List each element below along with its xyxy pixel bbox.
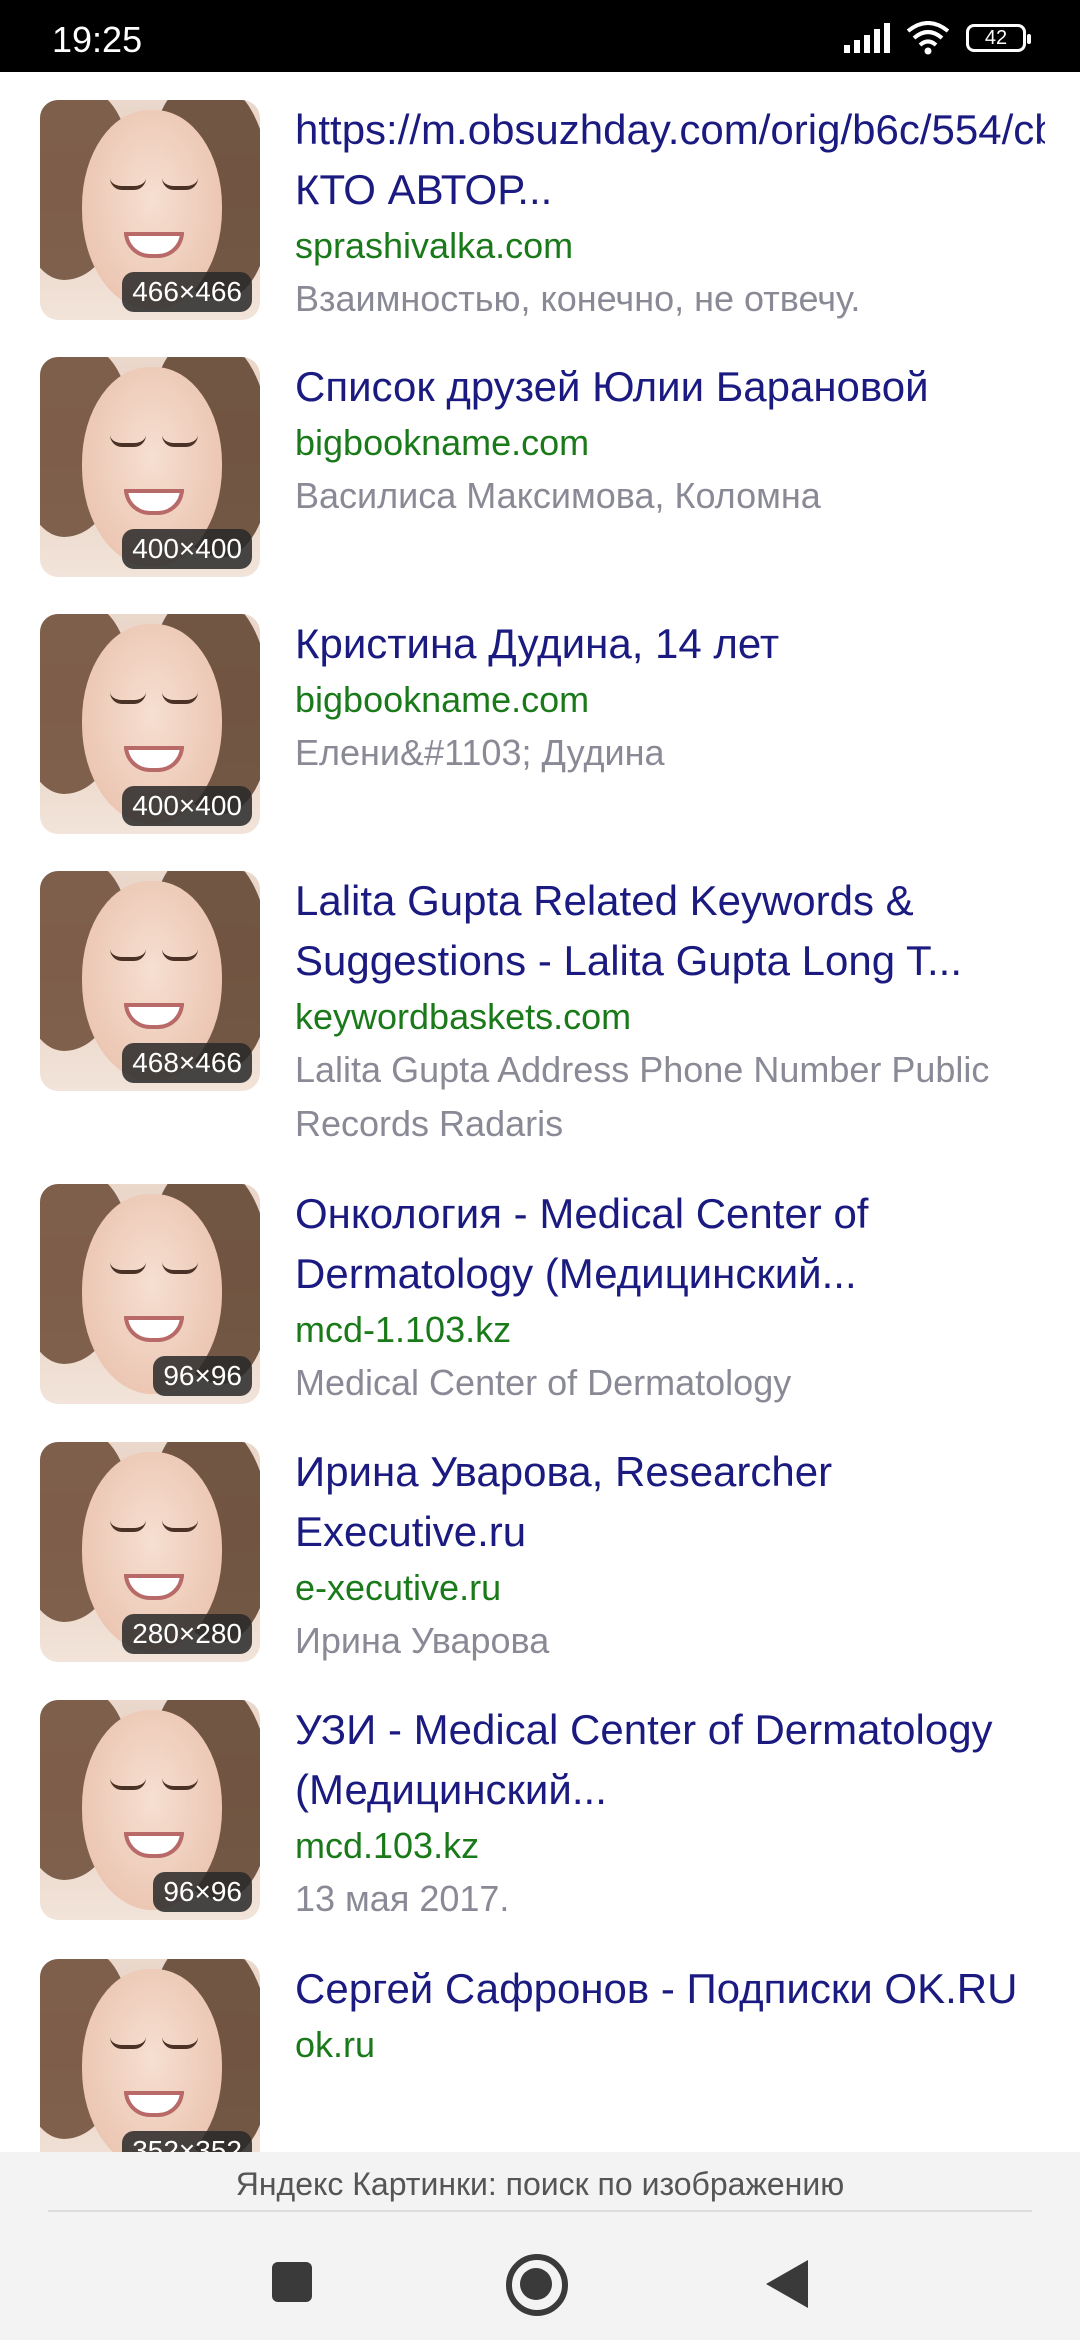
wifi-icon <box>906 21 950 55</box>
result-domain[interactable]: bigbookname.com <box>295 674 1045 726</box>
result-thumbnail[interactable]: 280×280 <box>40 1442 260 1662</box>
result-title[interactable]: Список друзей Юлии Барановой <box>295 357 1045 417</box>
result-domain[interactable]: mcd.103.kz <box>295 1820 1045 1872</box>
result-title[interactable]: Сергей Сафронов - Подписки OK.RU <box>295 1959 1045 2019</box>
divider <box>48 2210 1032 2212</box>
result-thumbnail[interactable]: 96×96 <box>40 1700 260 1920</box>
result-description: Василиса Максимова, Коломна <box>295 475 821 516</box>
result-title[interactable]: Онкология - Medical Center of Dermatolog… <box>295 1184 1045 1304</box>
result-thumbnail[interactable]: 96×96 <box>40 1184 260 1404</box>
image-size-badge: 400×400 <box>122 529 252 569</box>
status-icons: 42 <box>844 20 1031 56</box>
result-domain[interactable]: sprashivalka.com <box>295 220 1045 272</box>
image-size-badge: 352×352 <box>122 2131 252 2152</box>
image-size-badge: 96×96 <box>153 1356 252 1396</box>
bottom-caption: Яндекс Картинки: поиск по изображению <box>235 2166 845 2202</box>
result-title[interactable]: УЗИ - Medical Center of Dermatology (Мед… <box>295 1700 1045 1820</box>
result-title[interactable]: https://m.obsuzhday.com/orig/b6c/554/cbe… <box>295 100 1045 220</box>
image-size-badge: 400×400 <box>122 786 252 826</box>
image-size-badge: 468×466 <box>122 1043 252 1083</box>
result-domain[interactable]: mcd-1.103.kz <box>295 1304 1045 1356</box>
signal-icon <box>844 23 890 53</box>
result-description: Елени&#1103; Дудина <box>295 732 665 773</box>
result-thumbnail[interactable]: 466×466 <box>40 100 260 320</box>
result-description: Ирина Уварова <box>295 1620 550 1661</box>
results-list: 466×466 https://m.obsuzhday.com/orig/b6c… <box>0 72 1080 2152</box>
result-title[interactable]: Кристина Дудина, 14 лет <box>295 614 1045 674</box>
result-thumbnail[interactable]: 468×466 <box>40 871 260 1091</box>
status-time: 19:25 <box>52 19 143 60</box>
battery-icon: 42 <box>966 24 1031 52</box>
recents-button[interactable] <box>258 2248 330 2320</box>
result-domain[interactable]: e-xecutive.ru <box>295 1562 1045 1614</box>
status-bar: 19:25 42 <box>0 0 1080 72</box>
result-thumbnail[interactable]: 400×400 <box>40 614 260 834</box>
image-size-badge: 466×466 <box>122 272 252 312</box>
result-description: Medical Center of Dermatology <box>295 1362 792 1403</box>
result-description: Lalita Gupta Address Phone Number Public… <box>295 1049 990 1144</box>
image-size-badge: 280×280 <box>122 1614 252 1654</box>
bottom-bar: Яндекс Картинки: поиск по изображению <box>0 2152 1080 2340</box>
result-thumbnail[interactable]: 352×352 <box>40 1959 260 2152</box>
image-size-badge: 96×96 <box>153 1872 252 1912</box>
result-description: Взаимностью, конечно, не отвечу. <box>295 278 861 319</box>
result-description: 13 мая 2017. <box>295 1878 510 1919</box>
home-button[interactable] <box>500 2248 572 2320</box>
result-title[interactable]: Lalita Gupta Related Keywords & Suggesti… <box>295 871 1045 991</box>
back-button[interactable] <box>756 2248 828 2320</box>
result-domain[interactable]: bigbookname.com <box>295 417 1045 469</box>
result-domain[interactable]: ok.ru <box>295 2019 1045 2071</box>
result-thumbnail[interactable]: 400×400 <box>40 357 260 577</box>
result-title[interactable]: Ирина Уварова, Researcher Executive.ru <box>295 1442 1045 1562</box>
result-domain[interactable]: keywordbaskets.com <box>295 991 1045 1043</box>
